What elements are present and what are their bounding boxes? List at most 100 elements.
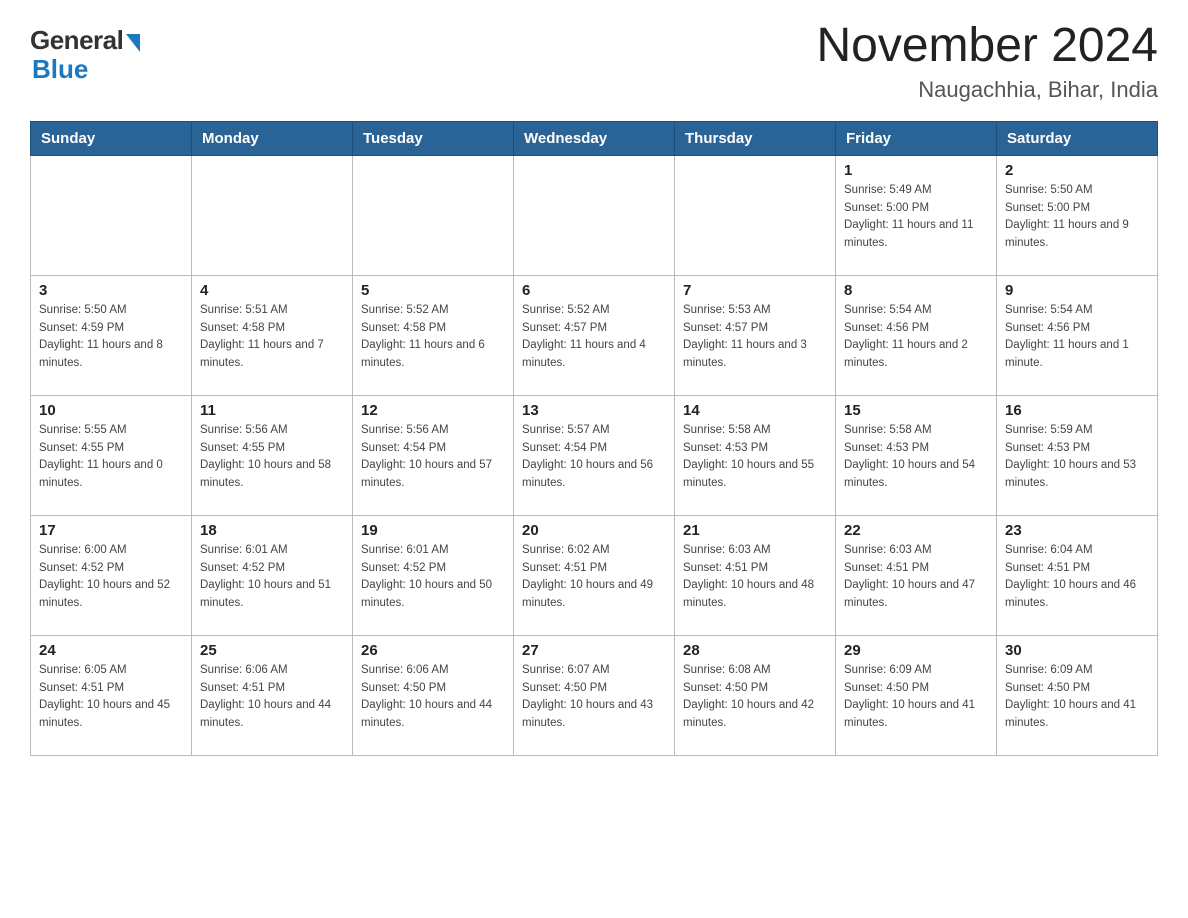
day-number: 23 xyxy=(1005,522,1149,539)
calendar-cell: 18Sunrise: 6:01 AMSunset: 4:52 PMDayligh… xyxy=(192,515,353,635)
day-number: 1 xyxy=(844,162,988,179)
day-number: 30 xyxy=(1005,642,1149,659)
day-info: Sunrise: 5:56 AMSunset: 4:54 PMDaylight:… xyxy=(361,422,505,493)
day-info: Sunrise: 6:01 AMSunset: 4:52 PMDaylight:… xyxy=(361,542,505,613)
day-number: 2 xyxy=(1005,162,1149,179)
calendar-cell: 19 Sunrise: 6:01 AMSunset: 4:52 PMDayligh… xyxy=(353,515,514,635)
day-number: 20 xyxy=(522,522,666,539)
day-info: Sunrise: 5:56 AMSunset: 4:55 PMDaylight:… xyxy=(200,422,344,493)
day-number: 5 xyxy=(361,282,505,299)
day-number: 19 xyxy=(361,522,505,539)
calendar-cell xyxy=(353,155,514,275)
calendar-cell: 23Sunrise: 6:04 AMSunset: 4:51 PMDayligh… xyxy=(997,515,1158,635)
day-number: 12 xyxy=(361,402,505,419)
day-info: Sunrise: 6:07 AMSunset: 4:50 PMDaylight:… xyxy=(522,662,666,733)
day-info: Sunrise: 5:50 AMSunset: 5:00 PMDaylight:… xyxy=(1005,182,1149,253)
day-info: Sunrise: 5:49 AMSunset: 5:00 PMDaylight:… xyxy=(844,182,988,253)
logo-blue-text: Blue xyxy=(32,54,88,85)
day-info: Sunrise: 6:03 AMSunset: 4:51 PMDaylight:… xyxy=(683,542,827,613)
day-info: Sunrise: 5:54 AMSunset: 4:56 PMDaylight:… xyxy=(1005,302,1149,373)
calendar-cell xyxy=(514,155,675,275)
day-number: 8 xyxy=(844,282,988,299)
day-info: Sunrise: 6:01 AMSunset: 4:52 PMDaylight:… xyxy=(200,542,344,613)
day-number: 14 xyxy=(683,402,827,419)
day-number: 15 xyxy=(844,402,988,419)
calendar-cell: 27 Sunrise: 6:07 AMSunset: 4:50 PMDayligh… xyxy=(514,635,675,755)
day-number: 28 xyxy=(683,642,827,659)
day-number: 17 xyxy=(39,522,183,539)
day-of-week-header: Thursday xyxy=(675,121,836,155)
day-number: 4 xyxy=(200,282,344,299)
calendar-cell: 28 Sunrise: 6:08 AMSunset: 4:50 PMDayligh… xyxy=(675,635,836,755)
day-number: 10 xyxy=(39,402,183,419)
calendar-cell: 16Sunrise: 5:59 AMSunset: 4:53 PMDayligh… xyxy=(997,395,1158,515)
day-of-week-header: Friday xyxy=(836,121,997,155)
calendar-cell: 14 Sunrise: 5:58 AMSunset: 4:53 PMDayligh… xyxy=(675,395,836,515)
calendar-cell: 11 Sunrise: 5:56 AMSunset: 4:55 PMDayligh… xyxy=(192,395,353,515)
day-number: 3 xyxy=(39,282,183,299)
calendar-cell: 5Sunrise: 5:52 AMSunset: 4:58 PMDaylight… xyxy=(353,275,514,395)
day-number: 26 xyxy=(361,642,505,659)
logo: General Blue xyxy=(30,20,140,85)
day-info: Sunrise: 6:08 AMSunset: 4:50 PMDaylight:… xyxy=(683,662,827,733)
day-info: Sunrise: 5:52 AMSunset: 4:57 PMDaylight:… xyxy=(522,302,666,373)
calendar-cell: 29 Sunrise: 6:09 AMSunset: 4:50 PMDayligh… xyxy=(836,635,997,755)
calendar-cell: 22Sunrise: 6:03 AMSunset: 4:51 PMDayligh… xyxy=(836,515,997,635)
calendar-cell: 8 Sunrise: 5:54 AMSunset: 4:56 PMDaylight… xyxy=(836,275,997,395)
day-info: Sunrise: 5:50 AMSunset: 4:59 PMDaylight:… xyxy=(39,302,183,373)
day-info: Sunrise: 5:53 AMSunset: 4:57 PMDaylight:… xyxy=(683,302,827,373)
calendar-table: SundayMondayTuesdayWednesdayThursdayFrid… xyxy=(30,121,1158,756)
day-info: Sunrise: 6:09 AMSunset: 4:50 PMDaylight:… xyxy=(1005,662,1149,733)
day-number: 29 xyxy=(844,642,988,659)
calendar-cell xyxy=(675,155,836,275)
day-info: Sunrise: 6:06 AMSunset: 4:51 PMDaylight:… xyxy=(200,662,344,733)
calendar-cell: 1 Sunrise: 5:49 AMSunset: 5:00 PMDaylight… xyxy=(836,155,997,275)
calendar-cell: 26 Sunrise: 6:06 AMSunset: 4:50 PMDayligh… xyxy=(353,635,514,755)
day-info: Sunrise: 5:57 AMSunset: 4:54 PMDaylight:… xyxy=(522,422,666,493)
calendar-cell: 25 Sunrise: 6:06 AMSunset: 4:51 PMDayligh… xyxy=(192,635,353,755)
calendar-cell: 4Sunrise: 5:51 AMSunset: 4:58 PMDaylight… xyxy=(192,275,353,395)
day-number: 11 xyxy=(200,402,344,419)
calendar-cell: 7 Sunrise: 5:53 AMSunset: 4:57 PMDaylight… xyxy=(675,275,836,395)
calendar-cell: 9Sunrise: 5:54 AMSunset: 4:56 PMDaylight… xyxy=(997,275,1158,395)
calendar-cell: 10 Sunrise: 5:55 AMSunset: 4:55 PMDayligh… xyxy=(31,395,192,515)
day-of-week-header: Wednesday xyxy=(514,121,675,155)
day-number: 16 xyxy=(1005,402,1149,419)
location-title: Naugachhia, Bihar, India xyxy=(816,77,1158,103)
week-row: 1 Sunrise: 5:49 AMSunset: 5:00 PMDaylight… xyxy=(31,155,1158,275)
calendar-cell: 24 Sunrise: 6:05 AMSunset: 4:51 PMDayligh… xyxy=(31,635,192,755)
calendar-cell: 6 Sunrise: 5:52 AMSunset: 4:57 PMDaylight… xyxy=(514,275,675,395)
logo-arrow-icon xyxy=(126,34,140,52)
calendar-cell: 12 Sunrise: 5:56 AMSunset: 4:54 PMDayligh… xyxy=(353,395,514,515)
calendar-cell: 20Sunrise: 6:02 AMSunset: 4:51 PMDayligh… xyxy=(514,515,675,635)
day-number: 25 xyxy=(200,642,344,659)
day-of-week-header: Monday xyxy=(192,121,353,155)
week-row: 24 Sunrise: 6:05 AMSunset: 4:51 PMDayligh… xyxy=(31,635,1158,755)
day-number: 7 xyxy=(683,282,827,299)
calendar-cell xyxy=(192,155,353,275)
week-row: 10 Sunrise: 5:55 AMSunset: 4:55 PMDayligh… xyxy=(31,395,1158,515)
day-info: Sunrise: 5:58 AMSunset: 4:53 PMDaylight:… xyxy=(683,422,827,493)
day-number: 24 xyxy=(39,642,183,659)
calendar-cell: 3 Sunrise: 5:50 AMSunset: 4:59 PMDaylight… xyxy=(31,275,192,395)
day-info: Sunrise: 6:05 AMSunset: 4:51 PMDaylight:… xyxy=(39,662,183,733)
title-block: November 2024 Naugachhia, Bihar, India xyxy=(816,20,1158,103)
logo-general-text: General xyxy=(30,25,123,56)
day-info: Sunrise: 6:06 AMSunset: 4:50 PMDaylight:… xyxy=(361,662,505,733)
calendar-cell xyxy=(31,155,192,275)
day-info: Sunrise: 5:55 AMSunset: 4:55 PMDaylight:… xyxy=(39,422,183,493)
day-of-week-header: Sunday xyxy=(31,121,192,155)
day-info: Sunrise: 6:00 AMSunset: 4:52 PMDaylight:… xyxy=(39,542,183,613)
week-row: 3 Sunrise: 5:50 AMSunset: 4:59 PMDaylight… xyxy=(31,275,1158,395)
day-number: 6 xyxy=(522,282,666,299)
calendar-cell: 2 Sunrise: 5:50 AMSunset: 5:00 PMDaylight… xyxy=(997,155,1158,275)
calendar-cell: 21Sunrise: 6:03 AMSunset: 4:51 PMDayligh… xyxy=(675,515,836,635)
day-of-week-header: Saturday xyxy=(997,121,1158,155)
calendar-cell: 17 Sunrise: 6:00 AMSunset: 4:52 PMDayligh… xyxy=(31,515,192,635)
calendar-header-row: SundayMondayTuesdayWednesdayThursdayFrid… xyxy=(31,121,1158,155)
day-number: 27 xyxy=(522,642,666,659)
calendar-cell: 13Sunrise: 5:57 AMSunset: 4:54 PMDayligh… xyxy=(514,395,675,515)
calendar-cell: 15Sunrise: 5:58 AMSunset: 4:53 PMDayligh… xyxy=(836,395,997,515)
day-info: Sunrise: 5:54 AMSunset: 4:56 PMDaylight:… xyxy=(844,302,988,373)
day-info: Sunrise: 6:09 AMSunset: 4:50 PMDaylight:… xyxy=(844,662,988,733)
